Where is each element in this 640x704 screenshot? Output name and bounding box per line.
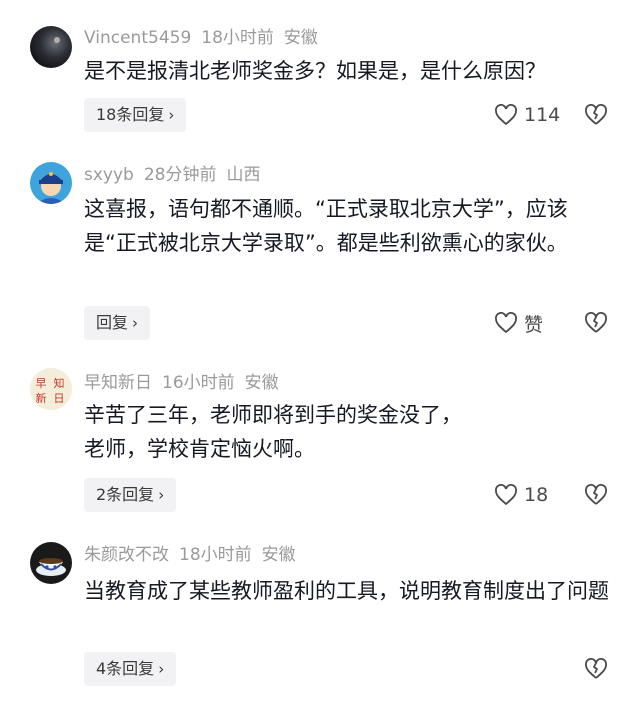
location: 山西 [226, 165, 261, 185]
broken-heart-icon [585, 312, 607, 333]
view-replies-button[interactable]: 4条回复 › [84, 652, 177, 686]
comment-text: 当教育成了某些教师盈利的工具，说明教育制度出了问题 [84, 579, 609, 603]
view-replies-button[interactable]: 18条回复 › [84, 98, 187, 132]
chevron-right-icon: › [168, 106, 175, 124]
heart-outline-icon [495, 312, 517, 334]
timestamp: 16小时前 [162, 373, 235, 393]
dislike-button[interactable] [584, 484, 608, 508]
avatar-char: 知 [54, 376, 65, 390]
location: 安徽 [261, 545, 296, 565]
comment-text: 是不是报清北老师奖金多？如果是，是什么原因？ [84, 59, 546, 83]
timestamp: 28分钟前 [143, 165, 217, 185]
avatar[interactable] [30, 162, 72, 204]
heart-outline-icon [495, 104, 517, 126]
comment-text-line: 辛苦了三年，老师即将到手的奖金没了， [84, 403, 462, 427]
location: 安徽 [244, 373, 279, 393]
dislike-button[interactable] [584, 312, 608, 336]
username[interactable]: 朱颜改不改 [84, 545, 169, 565]
username[interactable]: 早知新日 [84, 373, 152, 393]
comment-meta: Vincent5459 18小时前 安徽 [84, 27, 328, 49]
chevron-right-icon: › [158, 486, 165, 504]
comment-text: 这喜报，语句都不通顺。“正式录取北京大学”，应该是“正式被北京大学录取”。都是些… [84, 197, 568, 255]
timestamp: 18小时前 [201, 28, 274, 48]
broken-heart-icon [585, 658, 607, 679]
chevron-right-icon: › [158, 660, 165, 678]
like-button[interactable]: 114 [494, 100, 560, 130]
dislike-button[interactable] [584, 104, 608, 128]
broken-heart-icon [585, 484, 607, 505]
avatar[interactable] [30, 542, 72, 584]
reply-button[interactable]: 回复 › [84, 306, 151, 340]
avatar[interactable]: 早 知 新 日 [30, 368, 72, 410]
like-button[interactable]: 赞 [494, 308, 543, 338]
avatar-char: 日 [54, 392, 65, 405]
dislike-button[interactable] [584, 658, 608, 682]
like-button[interactable]: 18 [494, 480, 548, 510]
comment-text-line: 老师，学校肯定恼火啊。 [84, 437, 315, 461]
avatar-char: 新 [36, 391, 47, 405]
chevron-right-icon: › [132, 314, 139, 332]
like-count: 18 [524, 484, 549, 506]
avatar[interactable] [30, 26, 72, 68]
comment-text: 辛苦了三年，老师即将到手的奖金没了， 老师，学校肯定恼火啊。 [84, 398, 614, 466]
like-count: 赞 [524, 313, 544, 336]
broken-heart-icon [585, 104, 607, 125]
timestamp: 18小时前 [179, 545, 252, 565]
heart-outline-icon [495, 484, 517, 506]
comment-meta: 朱颜改不改 18小时前 安徽 [84, 544, 306, 566]
location: 安徽 [283, 28, 318, 48]
username[interactable]: sxyyb [84, 165, 134, 185]
comment-meta: 早知新日 16小时前 安徽 [84, 372, 289, 394]
view-replies-button[interactable]: 2条回复 › [84, 478, 177, 512]
comment-meta: sxyyb 28分钟前 山西 [84, 164, 270, 186]
username[interactable]: Vincent5459 [84, 28, 191, 48]
avatar-char: 早 [36, 377, 47, 390]
like-count: 114 [524, 104, 561, 126]
